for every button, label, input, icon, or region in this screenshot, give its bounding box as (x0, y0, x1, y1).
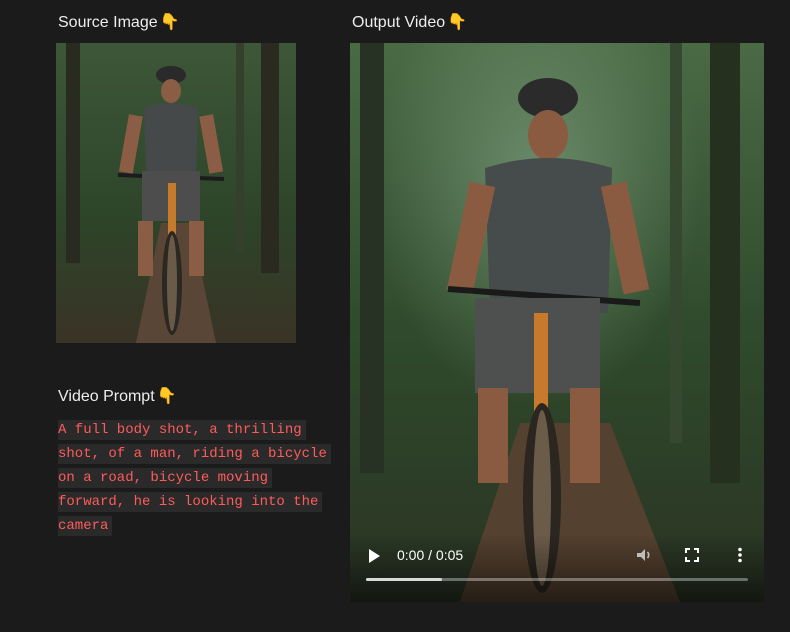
source-image-heading: Source Image 👇 (58, 12, 180, 32)
source-image (56, 43, 296, 343)
source-image-illustration (56, 43, 296, 343)
more-vert-icon[interactable] (731, 546, 749, 564)
video-progress-fill (366, 578, 443, 581)
fullscreen-icon[interactable] (683, 546, 701, 564)
output-video-heading: Output Video 👇 (352, 12, 467, 32)
video-time-display: 0:00 / 0:05 (397, 547, 464, 563)
pointing-down-icon: 👇 (156, 388, 177, 405)
play-icon[interactable] (366, 548, 382, 564)
video-prompt-text: A full body shot, a thrilling shot, of a… (58, 418, 331, 538)
output-video-player[interactable] (350, 43, 764, 602)
video-progress-bar[interactable] (366, 578, 748, 581)
volume-icon[interactable] (635, 546, 653, 564)
video-prompt-code: A full body shot, a thrilling shot, of a… (58, 420, 331, 536)
output-video-heading-text: Output Video (352, 14, 446, 31)
video-prompt-heading-text: Video Prompt (58, 388, 155, 405)
pointing-down-icon: 👇 (447, 14, 468, 31)
source-image-heading-text: Source Image (58, 14, 158, 31)
video-controls: 0:00 / 0:05 (350, 534, 764, 602)
output-video-frame (350, 43, 764, 602)
video-prompt-heading: Video Prompt 👇 (58, 386, 177, 406)
pointing-down-icon: 👇 (159, 14, 180, 31)
